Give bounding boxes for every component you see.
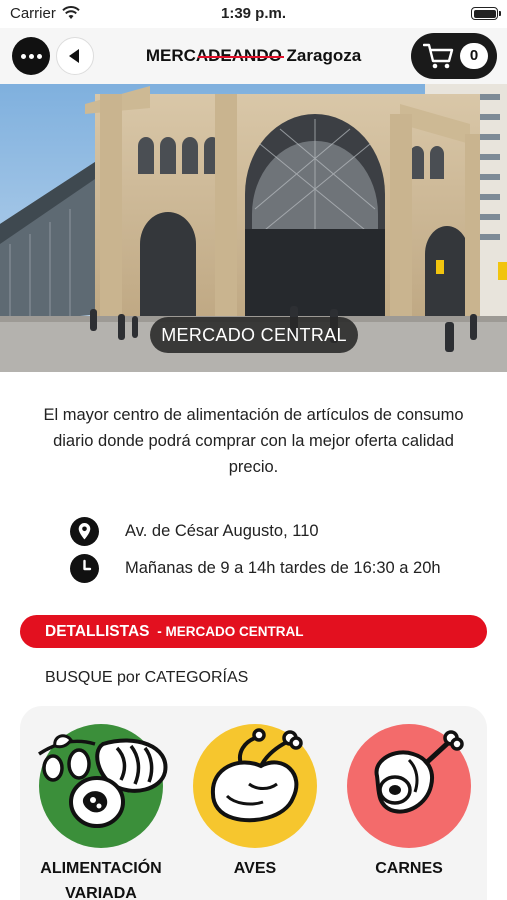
market-description: El mayor centro de alimentación de artíc… (43, 406, 464, 476)
category-icon-circle (38, 724, 168, 848)
app-title-part2: ANDO (231, 46, 282, 65)
battery-icon (471, 7, 501, 20)
nav-bar: MERCADEANDO Zaragoza 0 (0, 28, 507, 84)
chicken-icon (210, 728, 303, 823)
shopping-cart-icon (423, 43, 454, 69)
category-icon-circle (193, 724, 317, 848)
hours-text: Mañanas de 9 a 14h tardes de 16:30 a 20h (125, 558, 441, 577)
status-bar: Carrier 1:39 p.m. (0, 0, 507, 28)
clock-time: 1:39 p.m. (220, 5, 287, 22)
retailers-subtitle: - MERCADO CENTRAL (153, 624, 304, 639)
category-label: ALIMENTACIÓN VARIADA (40, 860, 162, 900)
category-label: CARNES (375, 860, 443, 877)
app-title-city: Zaragoza (281, 46, 362, 65)
category-label: AVES (233, 860, 277, 877)
app-title-brand: MERCADEANDO (146, 46, 282, 65)
more-dot (36, 53, 42, 59)
more-dot (28, 53, 34, 59)
back-arrow-icon (68, 49, 79, 63)
search-by-category-label: BUSQUE por CATEGORÍAS (45, 669, 249, 686)
clock-icon (70, 553, 99, 583)
category-aves[interactable]: AVES (193, 724, 317, 881)
more-dots-icon (20, 53, 26, 59)
location-pin-icon (70, 516, 99, 546)
category-icon-circle (347, 724, 471, 848)
more-menu-button[interactable] (12, 37, 50, 75)
cart-count-badge: 0 (460, 43, 488, 69)
market-name-label: MERCADO CENTRAL (150, 317, 358, 353)
category-alimentacion[interactable]: ALIMENTACIÓN VARIADA (38, 724, 168, 900)
category-carnes[interactable]: CARNES (347, 724, 471, 881)
retailers-banner[interactable]: DETALLISTAS - MERCADO CENTRAL (20, 615, 487, 648)
cart-button[interactable]: 0 (411, 33, 497, 79)
back-button[interactable] (56, 37, 94, 75)
app-title-part1: MERCADE (145, 46, 232, 65)
address-row: Av. de César Augusto, 110 (70, 516, 319, 546)
groceries-icon (38, 734, 168, 828)
hours-row: Mañanas de 9 a 14h tardes de 16:30 a 20h (70, 553, 441, 583)
address-text: Av. de César Augusto, 110 (125, 521, 319, 540)
retailers-title: DETALLISTAS (45, 623, 150, 640)
ham-icon (374, 730, 464, 814)
